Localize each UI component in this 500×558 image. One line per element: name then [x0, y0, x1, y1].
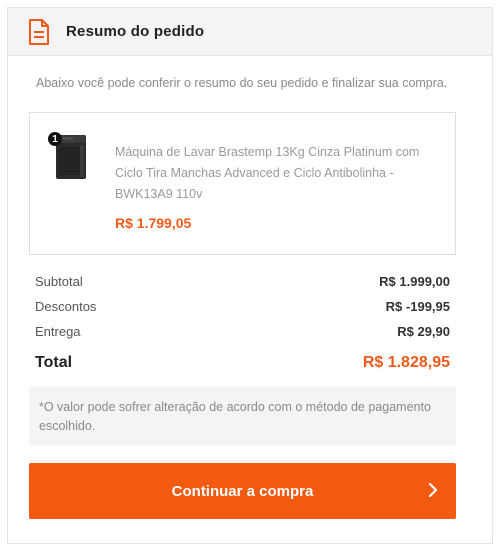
total-row: Total R$ 1.828,95	[35, 347, 450, 379]
total-value: R$ 1.828,95	[362, 354, 450, 371]
discount-row: Descontos R$ -199,95	[35, 294, 450, 319]
intro-text: Abaixo você pode conferir o resumo do se…	[36, 76, 448, 90]
discount-label: Descontos	[35, 299, 97, 314]
continue-purchase-label: Continuar a compra	[171, 482, 314, 500]
quantity-badge: 1	[48, 132, 62, 146]
continue-purchase-button[interactable]: Continuar a compra	[29, 463, 456, 519]
shipping-label: Entrega	[35, 324, 81, 339]
product-item: 1 Máquina de Lavar Brastemp 13Kg Cinza P…	[29, 112, 456, 255]
subtotal-label: Subtotal	[35, 274, 83, 289]
subtotal-row: Subtotal R$ 1.999,00	[35, 269, 450, 294]
chevron-right-icon	[428, 482, 438, 498]
payment-note: *O valor pode sofrer alteração de acordo…	[29, 387, 456, 445]
document-icon	[28, 18, 50, 45]
page-title: Resumo do pedido	[66, 23, 205, 40]
total-label: Total	[35, 354, 73, 371]
shipping-row: Entrega R$ 29,90	[35, 319, 450, 344]
subtotal-value: R$ 1.999,00	[379, 274, 450, 289]
shipping-value: R$ 29,90	[397, 324, 450, 339]
product-name[interactable]: Máquina de Lavar Brastemp 13Kg Cinza Pla…	[115, 142, 445, 205]
discount-value: R$ -199,95	[385, 299, 450, 314]
product-price: R$ 1.799,05	[115, 215, 192, 231]
order-summary-header: Resumo do pedido	[8, 8, 492, 56]
order-totals: Subtotal R$ 1.999,00 Descontos R$ -199,9…	[35, 269, 450, 379]
